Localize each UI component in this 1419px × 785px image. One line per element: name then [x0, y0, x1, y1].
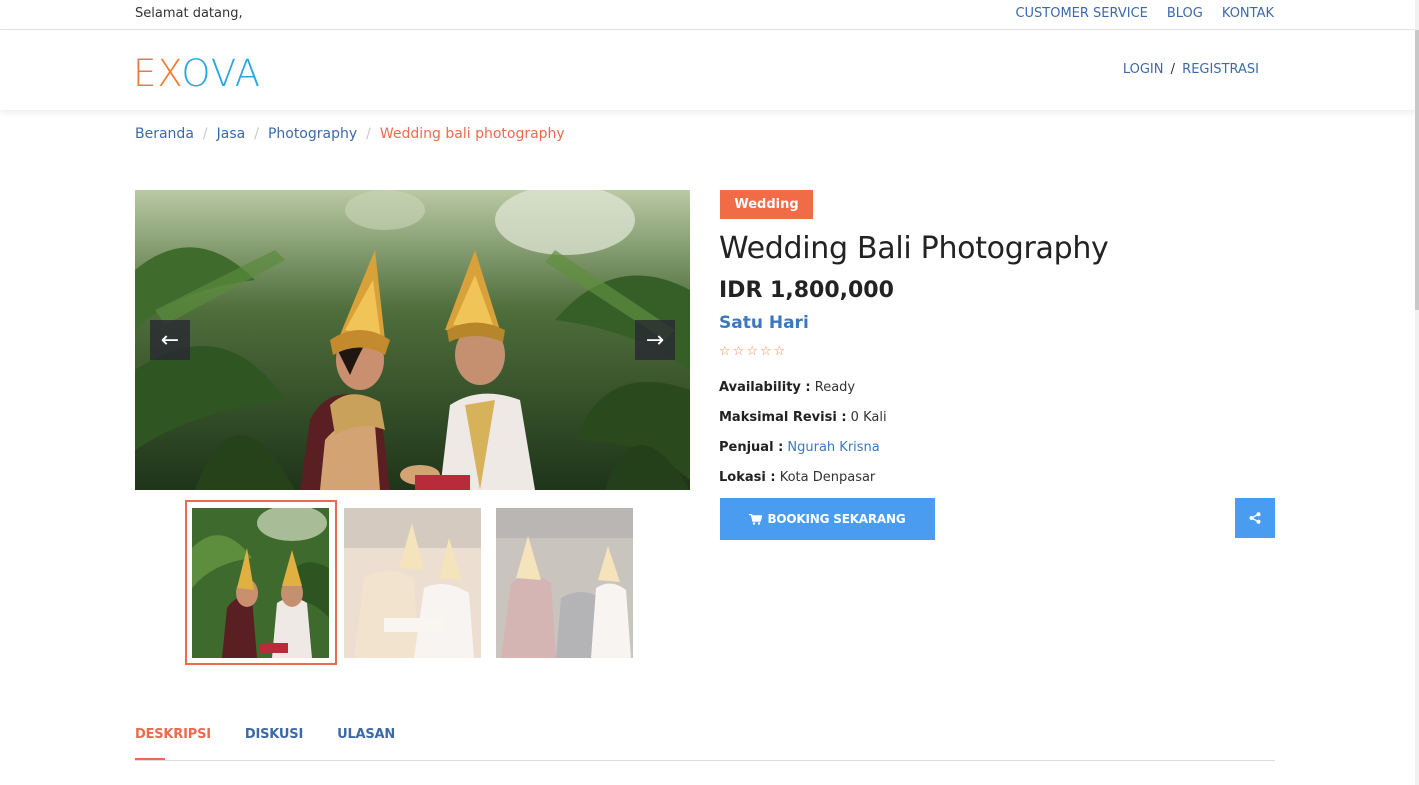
scrollbar-thumb[interactable]: [1415, 30, 1419, 310]
lokasi-label: Lokasi :: [719, 470, 776, 485]
rating-stars: ☆ ☆ ☆ ☆ ☆: [719, 344, 785, 359]
product-duration: Satu Hari: [719, 313, 809, 333]
star-icon: ☆: [773, 344, 786, 359]
thumbnail-1[interactable]: [185, 500, 337, 665]
star-icon: ☆: [719, 344, 731, 359]
top-bar: Selamat datang, CUSTOMER SERVICE BLOG KO…: [0, 0, 1419, 30]
breadcrumb-current: Wedding bali photography: [379, 126, 565, 142]
lokasi-value: Kota Denpasar: [779, 470, 876, 485]
revisi-label: Maksimal Revisi :: [719, 410, 847, 425]
logo-part-2: OVA: [181, 52, 262, 95]
product-tabs: DESKRIPSI DISKUSI ULASAN: [135, 727, 429, 761]
availability-label: Availability :: [719, 380, 811, 395]
share-button[interactable]: [1235, 498, 1275, 538]
main-header: EXOVA LOGIN / REGISTRASI: [0, 31, 1419, 110]
booking-label: BOOKING SEKARANG: [767, 512, 906, 526]
kontak-link[interactable]: KONTAK: [1222, 6, 1274, 21]
tab-diskusi[interactable]: DISKUSI: [245, 727, 303, 758]
breadcrumb-separator: /: [366, 126, 371, 142]
breadcrumb-beranda[interactable]: Beranda: [135, 126, 194, 142]
booking-button[interactable]: BOOKING SEKARANG: [720, 498, 935, 540]
tab-ulasan[interactable]: ULASAN: [337, 727, 395, 758]
thumbnail-2[interactable]: [337, 500, 489, 665]
availability-value: Ready: [814, 380, 856, 395]
cart-icon: [749, 513, 763, 525]
top-links: CUSTOMER SERVICE BLOG KONTAK: [1015, 6, 1274, 21]
breadcrumb-separator: /: [202, 126, 208, 142]
customer-service-link[interactable]: CUSTOMER SERVICE: [1015, 6, 1147, 21]
share-icon: [1249, 512, 1261, 524]
auth-links: LOGIN / REGISTRASI: [1123, 62, 1259, 77]
star-icon: ☆: [746, 344, 758, 359]
thumbnail-3[interactable]: [489, 500, 641, 665]
exova-logo[interactable]: EXOVA: [133, 53, 261, 95]
availability-row: Availability : Ready: [719, 380, 855, 395]
breadcrumb-photography[interactable]: Photography: [268, 126, 357, 142]
revisi-row: Maksimal Revisi : 0 Kali: [719, 410, 887, 425]
auth-separator: /: [1170, 62, 1176, 77]
arrow-right-icon: →: [645, 327, 665, 353]
penjual-row: Penjual : Ngurah Krisna: [719, 440, 880, 455]
arrow-left-icon: ←: [160, 327, 180, 353]
product-price: IDR 1,800,000: [719, 278, 894, 303]
welcome-text: Selamat datang,: [135, 6, 243, 21]
revisi-value: 0 Kali: [850, 410, 887, 425]
tabs-divider: [135, 760, 1275, 761]
star-icon: ☆: [732, 344, 745, 359]
logo-part-1: EX: [133, 52, 182, 95]
breadcrumb-jasa[interactable]: Jasa: [217, 126, 246, 142]
login-link[interactable]: LOGIN: [1123, 62, 1164, 77]
lokasi-row: Lokasi : Kota Denpasar: [719, 470, 875, 485]
thumbnail-image: [192, 508, 329, 658]
thumbnail-image: [344, 508, 481, 658]
registrasi-link[interactable]: REGISTRASI: [1182, 62, 1259, 77]
penjual-link[interactable]: Ngurah Krisna: [787, 440, 879, 455]
page-scrollbar[interactable]: [1415, 0, 1419, 785]
main-product-image: ← →: [135, 190, 690, 490]
breadcrumb-separator: /: [254, 126, 259, 142]
product-title: Wedding Bali Photography: [719, 231, 1109, 266]
gallery-prev-button[interactable]: ←: [150, 320, 190, 360]
gallery-next-button[interactable]: →: [635, 320, 675, 360]
tab-deskripsi[interactable]: DESKRIPSI: [135, 727, 211, 761]
blog-link[interactable]: BLOG: [1167, 6, 1203, 21]
thumbnail-image: [496, 508, 633, 658]
star-icon: ☆: [759, 344, 772, 359]
breadcrumb: Beranda / Jasa / Photography / Wedding b…: [135, 126, 565, 142]
penjual-label: Penjual :: [719, 440, 784, 455]
wedding-couple-photo: [135, 190, 690, 490]
category-badge[interactable]: Wedding: [720, 190, 813, 219]
